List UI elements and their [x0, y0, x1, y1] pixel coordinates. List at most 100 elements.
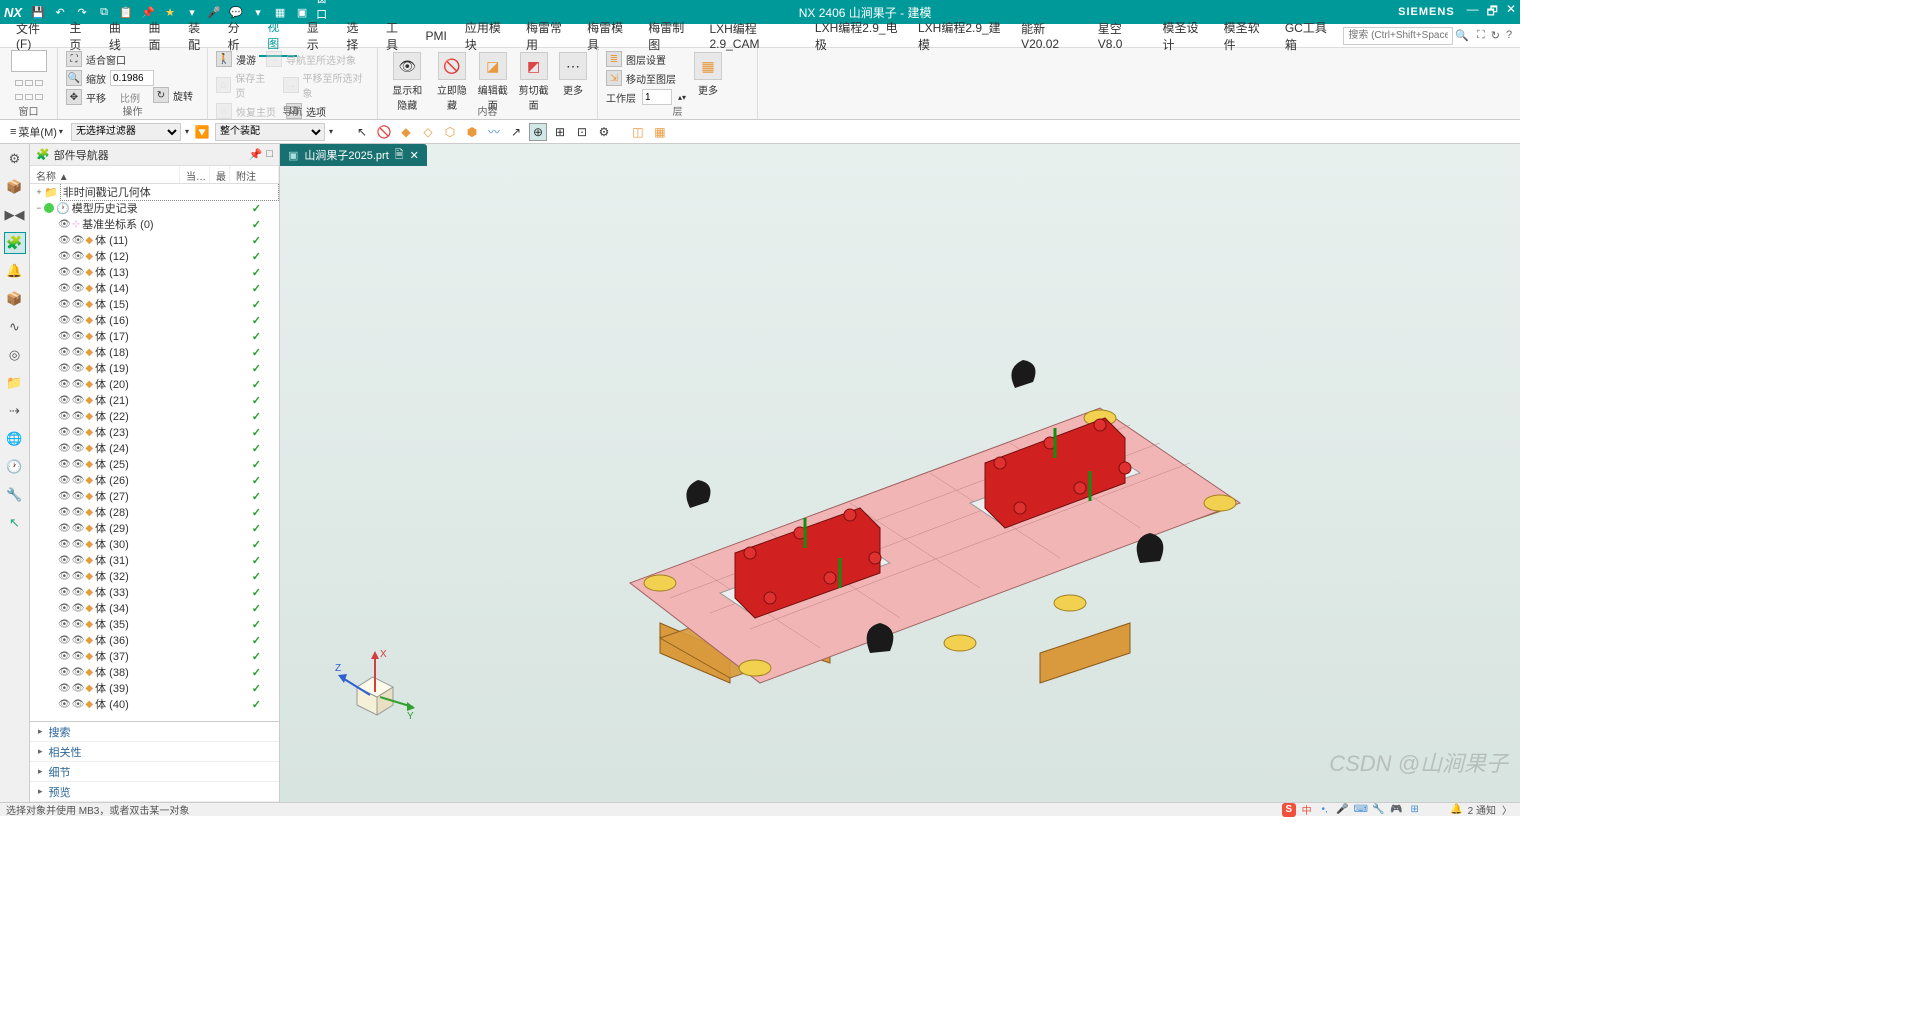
- sel-tool-icon[interactable]: ⊞: [551, 123, 569, 141]
- eye-icon[interactable]: 👁: [58, 379, 71, 390]
- sel-tool-icon[interactable]: ◇: [419, 123, 437, 141]
- tab-mosheng2[interactable]: 模圣软件: [1216, 16, 1275, 56]
- eye-icon[interactable]: 👁: [58, 283, 71, 294]
- search-icon[interactable]: 🔍: [1455, 29, 1469, 42]
- eye-icon[interactable]: 👁: [58, 571, 71, 582]
- tree-row-body[interactable]: 👁👁◆体 (14)✓: [30, 280, 279, 296]
- minimize-button[interactable]: —: [1467, 2, 1479, 23]
- tree-row-body[interactable]: 👁👁◆体 (36)✓: [30, 632, 279, 648]
- tree-row-body[interactable]: 👁👁◆体 (11)✓: [30, 232, 279, 248]
- tree-row-body[interactable]: 👁👁◆体 (18)✓: [30, 344, 279, 360]
- rotate-button[interactable]: ↻旋转: [153, 86, 193, 104]
- eye2-icon[interactable]: 👁: [72, 667, 85, 678]
- grid-icon[interactable]: ⊞: [1408, 803, 1422, 817]
- eye-icon[interactable]: 👁: [58, 363, 71, 374]
- accordion-detail[interactable]: 细节: [30, 762, 279, 782]
- pin-icon[interactable]: 📌: [249, 148, 263, 161]
- eye-icon[interactable]: 👁: [58, 299, 71, 310]
- chevron-icon[interactable]: 〉: [1500, 803, 1514, 817]
- eye-icon[interactable]: 👁: [58, 411, 71, 422]
- tool-icon[interactable]: 🔧: [1372, 803, 1386, 817]
- close-tab-icon[interactable]: ✕: [410, 149, 419, 162]
- eye-icon[interactable]: 👁: [58, 603, 71, 614]
- maximize-icon[interactable]: □: [266, 148, 273, 161]
- sel-tool-icon[interactable]: ⬡: [441, 123, 459, 141]
- tree-row-body[interactable]: 👁👁◆体 (33)✓: [30, 584, 279, 600]
- tree-row-body[interactable]: 👁👁◆体 (34)✓: [30, 600, 279, 616]
- eye-icon[interactable]: 👁: [58, 619, 71, 630]
- tree-row-body[interactable]: 👁👁◆体 (15)✓: [30, 296, 279, 312]
- tree-row-body[interactable]: 👁👁◆体 (40)✓: [30, 696, 279, 712]
- layout-icon[interactable]: [15, 94, 23, 100]
- view-triad[interactable]: X Y Z: [335, 647, 415, 727]
- eye-icon[interactable]: 👁: [58, 491, 71, 502]
- sel-tool-icon[interactable]: ⊡: [573, 123, 591, 141]
- layout-icon[interactable]: [25, 94, 33, 100]
- tree-row-body[interactable]: 👁👁◆体 (17)✓: [30, 328, 279, 344]
- eye2-icon[interactable]: 👁: [72, 539, 85, 550]
- tree-row-body[interactable]: 👁👁◆体 (21)✓: [30, 392, 279, 408]
- eye-icon[interactable]: 👁: [58, 219, 71, 230]
- col-current[interactable]: 当…: [180, 166, 210, 183]
- eye2-icon[interactable]: 👁: [72, 683, 85, 694]
- tree-row-body[interactable]: 👁👁◆体 (23)✓: [30, 424, 279, 440]
- eye-icon[interactable]: 👁: [58, 699, 71, 710]
- more-layer-button[interactable]: ▦更多: [692, 50, 724, 99]
- eye-icon[interactable]: 👁: [58, 235, 71, 246]
- bell-icon[interactable]: 🔔: [1450, 803, 1464, 817]
- layout-icon[interactable]: [25, 80, 33, 86]
- eye2-icon[interactable]: 👁: [72, 251, 85, 262]
- eye2-icon[interactable]: 👁: [72, 331, 85, 342]
- eye-icon[interactable]: 👁: [58, 475, 71, 486]
- col-max[interactable]: 最: [210, 166, 230, 183]
- eye2-icon[interactable]: 👁: [72, 235, 85, 246]
- tab-nengxin[interactable]: 能新 V20.02: [1013, 17, 1088, 54]
- sel-tool-icon[interactable]: ↗: [507, 123, 525, 141]
- restore-button[interactable]: 🗗: [1487, 2, 1498, 23]
- ime-icon[interactable]: S: [1282, 803, 1296, 817]
- eye-icon[interactable]: 👁: [58, 683, 71, 694]
- tools-icon[interactable]: 🔧: [4, 484, 26, 506]
- tree-row-body[interactable]: 👁👁◆体 (31)✓: [30, 552, 279, 568]
- filter-select-1[interactable]: 无选择过滤器: [71, 123, 181, 141]
- punct-icon[interactable]: •,: [1318, 803, 1332, 817]
- 3d-viewport[interactable]: ▣ 山涧果子2025.prt 🗎 ✕: [280, 144, 1520, 802]
- lang-icon[interactable]: 中: [1300, 803, 1314, 817]
- sync-icon[interactable]: ↻: [1491, 29, 1500, 42]
- eye-icon[interactable]: 👁: [58, 459, 71, 470]
- box-icon[interactable]: 📦: [4, 288, 26, 310]
- col-notes[interactable]: 附注: [230, 166, 279, 183]
- tab-mosheng1[interactable]: 模圣设计: [1155, 16, 1214, 56]
- tree-row-body[interactable]: 👁👁◆体 (22)✓: [30, 408, 279, 424]
- game-icon[interactable]: 🎮: [1390, 803, 1404, 817]
- tree-row-body[interactable]: 👁👁◆体 (16)✓: [30, 312, 279, 328]
- window-preview-icon[interactable]: [11, 50, 47, 72]
- eye-icon[interactable]: 👁: [58, 667, 71, 678]
- eye2-icon[interactable]: 👁: [72, 507, 85, 518]
- eye2-icon[interactable]: 👁: [72, 395, 85, 406]
- eye2-icon[interactable]: 👁: [72, 443, 85, 454]
- mic-icon[interactable]: 🎤: [1336, 803, 1350, 817]
- eye2-icon[interactable]: 👁: [72, 427, 85, 438]
- accordion-preview[interactable]: 预览: [30, 782, 279, 802]
- eye-icon[interactable]: 👁: [58, 315, 71, 326]
- sel-tool-icon[interactable]: ▦: [651, 123, 669, 141]
- tab-lxh-model[interactable]: LXH编程2.9_建模: [910, 16, 1011, 56]
- eye2-icon[interactable]: 👁: [72, 555, 85, 566]
- filter-icon[interactable]: 🔽: [193, 123, 211, 141]
- tree-row-root1[interactable]: + 📁 非时间戳记几何体: [30, 184, 279, 200]
- bell-icon[interactable]: 🔔: [4, 260, 26, 282]
- eye2-icon[interactable]: 👁: [72, 603, 85, 614]
- sel-tool-icon[interactable]: ↖: [353, 123, 371, 141]
- tree-row-body[interactable]: 👁👁◆体 (30)✓: [30, 536, 279, 552]
- tree-row-body[interactable]: 👁👁◆体 (26)✓: [30, 472, 279, 488]
- tree-row-coord[interactable]: 👁 ⊹ 基准坐标系 (0) ✓: [30, 216, 279, 232]
- eye2-icon[interactable]: 👁: [72, 571, 85, 582]
- eye2-icon[interactable]: 👁: [72, 587, 85, 598]
- cursor-icon[interactable]: ↖: [4, 512, 26, 534]
- move-to-layer-button[interactable]: ⇲移动至图层: [606, 69, 686, 87]
- target-icon[interactable]: ◎: [4, 344, 26, 366]
- sel-tool-icon[interactable]: ⊕: [529, 123, 547, 141]
- collapse-icon[interactable]: −: [34, 203, 44, 213]
- file-tab[interactable]: ▣ 山涧果子2025.prt 🗎 ✕: [280, 144, 427, 166]
